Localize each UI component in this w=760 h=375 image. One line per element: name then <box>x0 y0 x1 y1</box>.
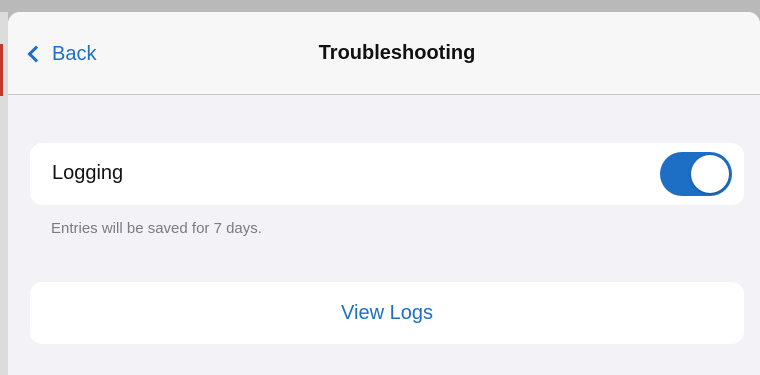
logging-row: Logging <box>30 143 744 205</box>
logging-label: Logging <box>52 162 124 184</box>
view-logs-label: View Logs <box>341 301 433 324</box>
page-title: Troubleshooting <box>318 42 476 64</box>
background-window-accent <box>0 44 3 96</box>
troubleshooting-sheet: Back Troubleshooting Logging Entries wil… <box>8 12 760 375</box>
logging-toggle[interactable] <box>660 152 732 196</box>
navigation-bar: Back Troubleshooting <box>8 12 760 95</box>
toggle-knob <box>691 155 729 193</box>
logging-footer-text: Entries will be saved for 7 days. <box>51 220 262 237</box>
view-logs-button[interactable]: View Logs <box>30 282 744 344</box>
background-window-edge <box>0 12 8 375</box>
